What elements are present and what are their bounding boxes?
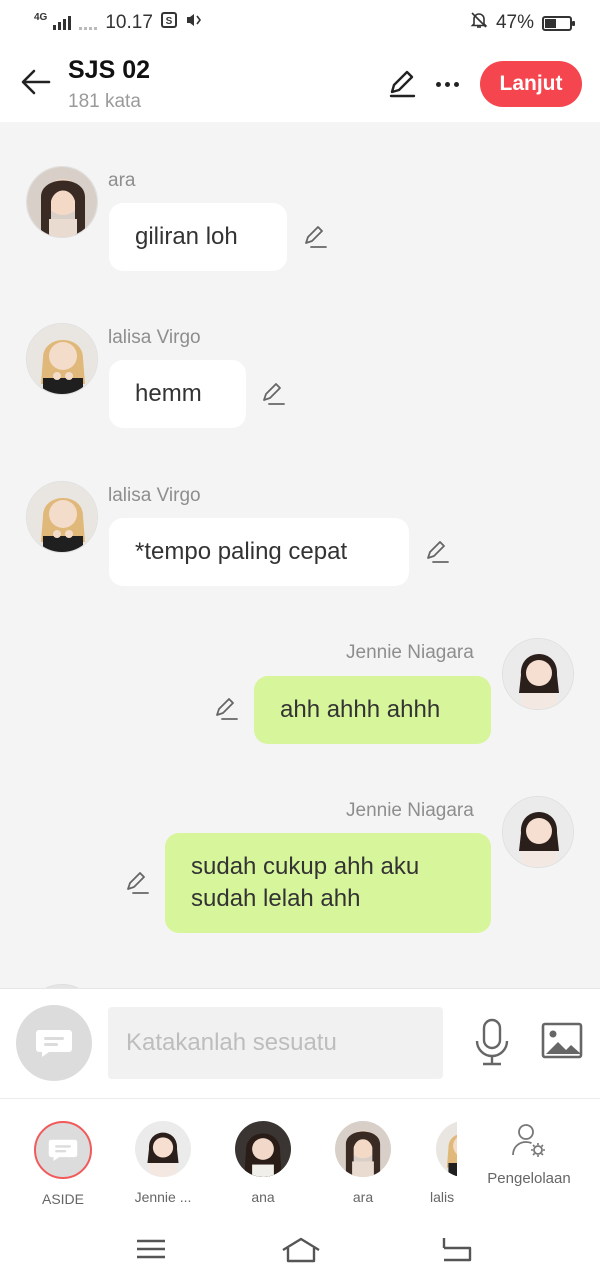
word-count: 181 kata — [68, 91, 141, 112]
character-lalisa[interactable]: lalis — [423, 1121, 457, 1205]
arrow-left-icon — [21, 69, 51, 95]
avatar-lalisa — [436, 1121, 457, 1177]
character-label: Jennie ... — [134, 1189, 192, 1205]
home-icon — [282, 1237, 320, 1263]
edit-message-button[interactable] — [424, 539, 450, 565]
message-input[interactable] — [108, 1007, 443, 1079]
avatar-ara[interactable] — [26, 166, 98, 238]
character-ana[interactable]: ana — [223, 1121, 303, 1205]
message-bubble-own[interactable]: sudah cukup ahh aku sudah lelah ahh — [165, 833, 491, 933]
network-type: 4G — [34, 11, 48, 23]
character-ara[interactable]: ara — [323, 1121, 403, 1205]
character-label: ara — [352, 1189, 374, 1205]
sender-name: lalisa Virgo — [108, 485, 201, 506]
avatar-jennie — [135, 1121, 191, 1177]
sender-name: Jennie Niagara — [346, 800, 474, 821]
dot-icon — [444, 81, 450, 87]
avatar-ara — [335, 1121, 391, 1177]
aside-avatar — [34, 1121, 92, 1179]
screenshot-icon: S — [160, 12, 177, 34]
avatar-lalisa[interactable] — [26, 323, 98, 395]
composer-bar — [0, 988, 600, 1098]
next-button[interactable]: Lanjut — [480, 61, 582, 107]
avatar-jennie[interactable] — [502, 638, 574, 710]
character-label: lalis — [430, 1189, 455, 1205]
avatar-lalisa[interactable] — [26, 481, 98, 553]
message-bubble[interactable]: giliran loh — [109, 203, 287, 271]
management-button[interactable]: Pengelolaan — [484, 1121, 574, 1187]
signal-2-icon — [79, 16, 98, 30]
return-icon — [442, 1238, 472, 1262]
character-label: ASIDE — [41, 1191, 84, 1207]
chat-header: SJS 02 181 kata Lanjut — [0, 46, 600, 122]
avatar-jennie[interactable] — [502, 796, 574, 868]
battery-icon — [542, 15, 575, 31]
character-label: ana — [251, 1189, 275, 1205]
pencil-icon — [127, 872, 149, 894]
edit-message-button[interactable] — [124, 870, 150, 896]
page-title: SJS 02 — [68, 56, 151, 84]
home-button[interactable] — [280, 1236, 320, 1266]
svg-text:S: S — [166, 16, 173, 27]
battery-percent: 47% — [495, 12, 534, 33]
aside-button[interactable] — [16, 1005, 92, 1081]
image-button[interactable] — [540, 1021, 584, 1061]
microphone-button[interactable] — [470, 1017, 514, 1067]
sender-name: ara — [108, 170, 136, 191]
more-button[interactable] — [432, 68, 462, 100]
chat-bubble-icon — [36, 1030, 72, 1057]
vibrate-icon — [185, 12, 203, 34]
chat-area[interactable]: ara giliran loh lalisa Virgo hemm lalisa… — [0, 122, 600, 988]
message-bubble[interactable]: *tempo paling cepat — [109, 518, 409, 586]
menu-icon — [137, 1239, 165, 1259]
edit-message-button[interactable] — [302, 224, 328, 250]
chat-bubble-icon — [48, 1139, 78, 1162]
signal-icon — [53, 16, 72, 30]
message-bubble[interactable]: hemm — [109, 360, 246, 428]
dot-icon — [435, 81, 441, 87]
back-nav-button[interactable] — [440, 1236, 480, 1266]
character-jennie[interactable]: Jennie ... — [123, 1121, 203, 1205]
pencil-icon — [427, 541, 449, 563]
pencil-icon — [216, 698, 238, 720]
edit-message-button[interactable] — [213, 696, 239, 722]
user-settings-icon — [512, 1124, 545, 1157]
image-icon — [541, 1022, 583, 1059]
menu-button[interactable] — [135, 1236, 175, 1266]
status-bar: 4G 10.17 S 47% — [0, 0, 600, 46]
sender-name: lalisa Virgo — [108, 327, 201, 348]
sender-name: Jennie Niagara — [346, 642, 474, 663]
dot-icon — [453, 81, 459, 87]
avatar-ana — [235, 1121, 291, 1177]
mute-bell-icon — [470, 11, 488, 35]
character-bar: ASIDE Jennie ... ana ara lalis Pengelola… — [0, 1098, 600, 1210]
microphone-icon — [475, 1018, 509, 1066]
pencil-icon — [263, 383, 285, 405]
back-button[interactable] — [18, 64, 54, 100]
edit-message-button[interactable] — [260, 381, 286, 407]
edit-button[interactable] — [386, 68, 418, 100]
pencil-icon — [305, 226, 327, 248]
management-label: Pengelolaan — [487, 1170, 571, 1187]
message-bubble-own[interactable]: ahh ahhh ahhh — [254, 676, 491, 744]
character-aside[interactable]: ASIDE — [23, 1121, 103, 1207]
system-nav-bar — [0, 1210, 600, 1287]
pencil-icon — [389, 70, 416, 98]
title-group: SJS 02 181 kata — [68, 56, 150, 113]
clock: 10.17 — [105, 12, 153, 33]
